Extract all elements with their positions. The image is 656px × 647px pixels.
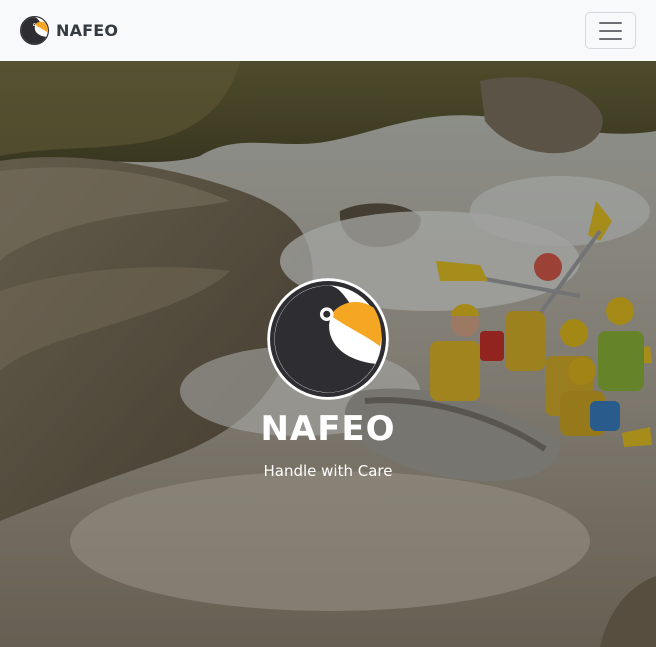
toucan-logo-icon [267,278,389,400]
navbar-toggler-button[interactable] [585,12,636,49]
brand-name: NAFEO [56,21,119,40]
hero-section: NAFEO Handle with Care [0,61,656,647]
navbar: NAFEO [0,0,656,61]
hero-tagline: Handle with Care [263,462,393,480]
hamburger-menu-icon-bar [599,37,622,40]
hamburger-menu-icon [599,21,622,24]
toucan-logo-icon [20,16,49,45]
hero-title: NAFEO [260,409,396,449]
hero-content: NAFEO Handle with Care [0,277,656,481]
hamburger-menu-icon-bar [599,29,622,32]
brand-link[interactable]: NAFEO [20,16,118,45]
